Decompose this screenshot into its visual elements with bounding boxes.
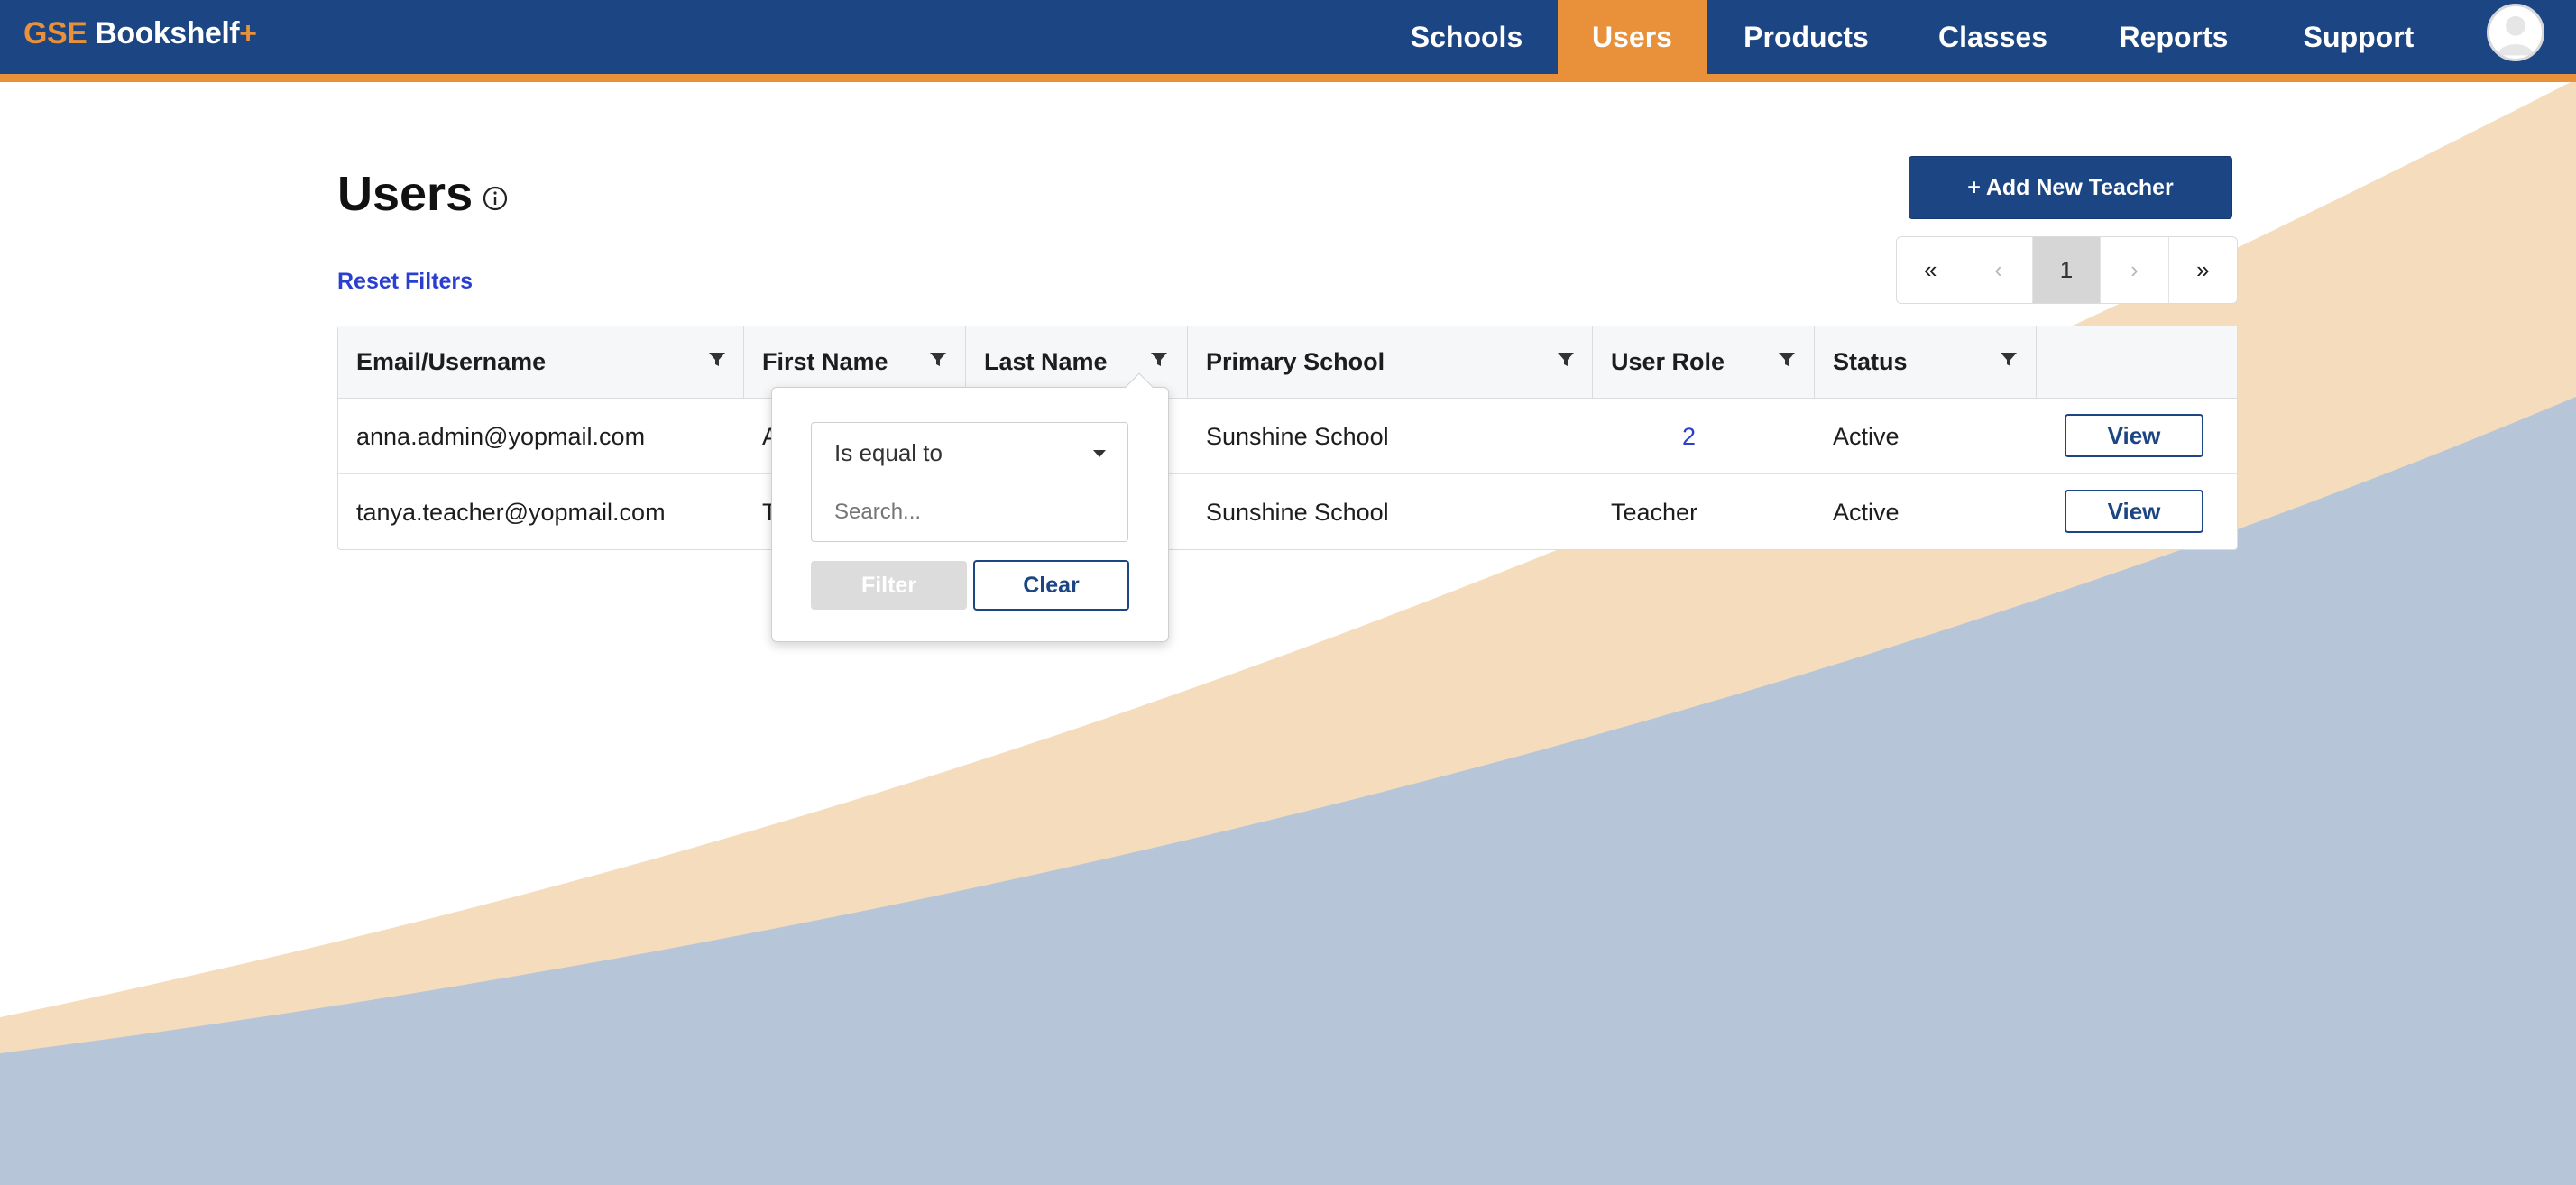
cell-email: anna.admin@yopmail.com <box>356 422 646 450</box>
column-header-primary-school[interactable]: Primary School <box>1188 326 1593 399</box>
filter-icon[interactable] <box>1777 350 1797 370</box>
nav-item-products[interactable]: Products <box>1723 0 1890 74</box>
view-user-button[interactable]: View <box>2065 490 2203 533</box>
user-avatar-icon[interactable] <box>2487 4 2544 61</box>
pagination-page-1[interactable]: 1 <box>2032 237 2102 303</box>
pagination: « ‹ 1 › » <box>1896 236 2238 304</box>
cell-email: tanya.teacher@yopmail.com <box>356 498 666 526</box>
view-user-button[interactable]: View <box>2065 414 2203 457</box>
header-accent-bar <box>0 74 2576 82</box>
filter-icon[interactable] <box>707 350 727 370</box>
column-header-user-role[interactable]: User Role <box>1593 326 1815 399</box>
column-header-label: Email/Username <box>356 348 547 375</box>
add-new-teacher-button[interactable]: + Add New Teacher <box>1909 156 2232 219</box>
users-page: Users Reset Filters + Add New Teacher « … <box>0 0 2576 1185</box>
cell-status: Active <box>1833 498 1900 526</box>
users-table: Email/Username First Name Last Name Prim… <box>337 326 2238 550</box>
pagination-prev-button[interactable]: ‹ <box>1964 237 2033 303</box>
cell-primary-school: Sunshine School <box>1206 498 1389 526</box>
table-row: tanya.teacher@yopmail.com T Sunshine Sch… <box>338 474 2237 550</box>
nav-item-schools[interactable]: Schools <box>1391 0 1542 74</box>
filter-search-input[interactable] <box>811 482 1128 542</box>
cell-user-role: Teacher <box>1611 498 1698 526</box>
column-header-label: First Name <box>762 348 888 375</box>
chevron-down-icon <box>1093 450 1106 457</box>
nav-item-support[interactable]: Support <box>2291 0 2426 74</box>
cell-user-role[interactable]: 2 <box>1682 399 1696 474</box>
table-header: Email/Username First Name Last Name Prim… <box>338 326 2237 399</box>
filter-apply-button[interactable]: Filter <box>811 561 967 610</box>
filter-icon[interactable] <box>928 350 948 370</box>
filter-icon[interactable] <box>1556 350 1576 370</box>
page-title: Users <box>337 167 474 221</box>
column-header-label: Primary School <box>1206 348 1385 375</box>
column-header-email[interactable]: Email/Username <box>338 326 744 399</box>
column-header-actions <box>2037 326 2237 399</box>
pagination-last-button[interactable]: » <box>2169 237 2237 303</box>
column-header-label: Status <box>1833 348 1908 375</box>
column-header-label: Last Name <box>984 348 1108 375</box>
filter-icon[interactable] <box>1149 350 1169 370</box>
top-navigation-bar: GSE Bookshelf+ Schools Users Products Cl… <box>0 0 2576 74</box>
column-header-status[interactable]: Status <box>1815 326 2037 399</box>
nav-item-reports[interactable]: Reports <box>2102 0 2246 74</box>
nav-item-users[interactable]: Users <box>1558 0 1707 74</box>
info-icon[interactable] <box>482 185 509 212</box>
filter-clear-button[interactable]: Clear <box>973 560 1129 611</box>
logo-text-bookshelf: Bookshelf <box>87 16 240 51</box>
logo-text-gse: GSE <box>23 16 87 51</box>
filter-icon[interactable] <box>1999 350 2019 370</box>
reset-filters-link[interactable]: Reset Filters <box>337 269 473 295</box>
pagination-first-button[interactable]: « <box>1897 237 1965 303</box>
pagination-next-button[interactable]: › <box>2101 237 2169 303</box>
column-header-label: User Role <box>1611 348 1725 375</box>
filter-operator-select[interactable]: Is equal to <box>811 422 1128 482</box>
filter-operator-value: Is equal to <box>834 439 943 466</box>
gse-bookshelf-logo[interactable]: GSE Bookshelf+ <box>23 16 257 51</box>
logo-text-plus: + <box>239 16 257 51</box>
cell-status: Active <box>1833 422 1900 450</box>
column-filter-popup: Is equal to Filter Clear <box>771 387 1169 642</box>
cell-primary-school: Sunshine School <box>1206 422 1389 450</box>
table-row: anna.admin@yopmail.com A Sunshine School… <box>338 399 2237 474</box>
nav-item-classes[interactable]: Classes <box>1919 0 2066 74</box>
